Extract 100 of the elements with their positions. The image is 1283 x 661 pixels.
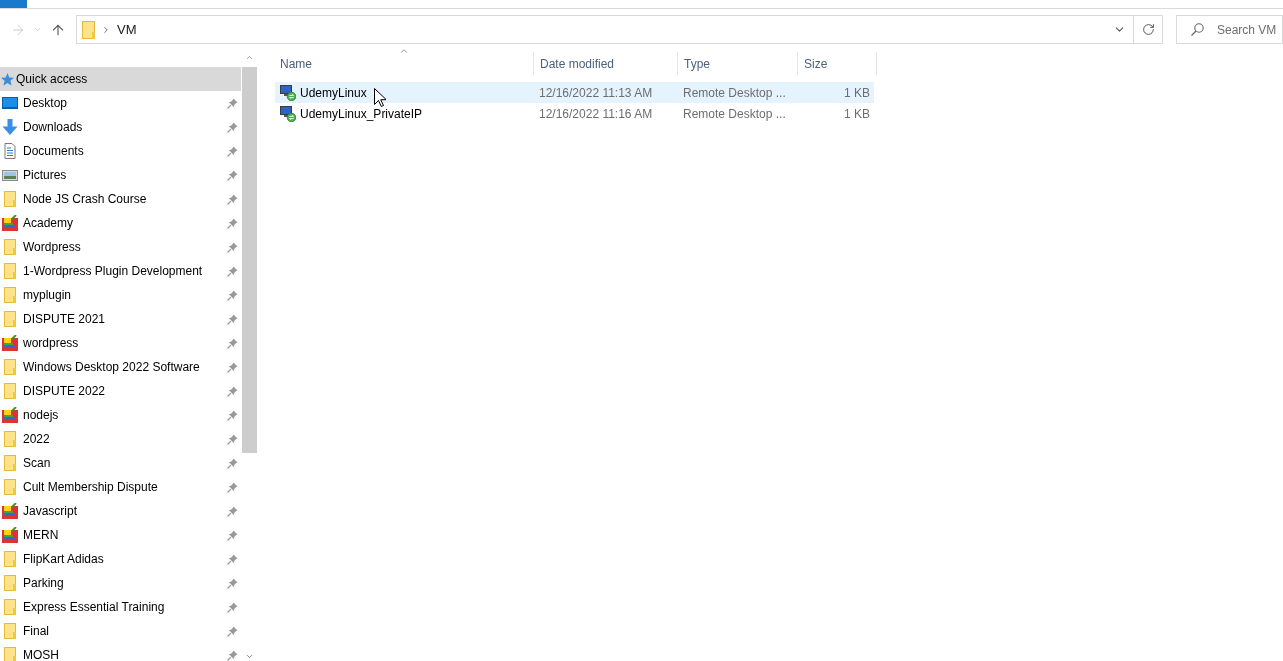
sidebar-item[interactable]: FlipKart Adidas — [0, 547, 241, 571]
pin-icon[interactable] — [227, 313, 238, 325]
pin-icon[interactable] — [227, 121, 238, 133]
pin-icon[interactable] — [227, 529, 238, 541]
folder-icon — [2, 479, 18, 495]
folder-icon — [2, 599, 18, 615]
folder-icon — [2, 551, 18, 567]
folder-icon — [2, 311, 18, 327]
pin-icon[interactable] — [227, 217, 238, 229]
pin-icon[interactable] — [227, 241, 238, 253]
pin-icon[interactable] — [227, 625, 238, 637]
scroll-up-icon[interactable] — [245, 53, 254, 62]
sidebar-item[interactable]: Wordpress — [0, 235, 241, 259]
search-icon — [1191, 23, 1204, 36]
colorful-folder-icon — [2, 527, 18, 543]
folder-icon — [2, 647, 18, 661]
column-header[interactable]: Date modified — [534, 52, 678, 75]
file-name[interactable]: UdemyLinux — [300, 83, 367, 102]
sidebar-item[interactable]: Desktop — [0, 91, 241, 115]
pin-icon[interactable] — [227, 265, 238, 277]
folder-icon — [2, 431, 18, 447]
sidebar-item[interactable]: Node JS Crash Course — [0, 187, 241, 211]
folder-icon — [2, 623, 18, 639]
type-cell: Remote Desktop ... — [683, 106, 786, 121]
sidebar-item[interactable]: Javascript — [0, 499, 241, 523]
mouse-cursor-icon — [374, 88, 386, 107]
pin-icon[interactable] — [227, 409, 238, 421]
scroll-down-icon[interactable] — [245, 652, 254, 661]
file-row[interactable]: UdemyLinux 12/16/2022 11:13 AM Remote Desktop ... 1 KB — [275, 82, 874, 103]
sidebar-item[interactable]: Downloads — [0, 115, 241, 139]
date-modified-cell: 12/16/2022 11:13 AM — [539, 85, 653, 100]
sidebar-item[interactable]: Cult Membership Dispute — [0, 475, 241, 499]
sort-ascending-icon — [398, 46, 409, 56]
chevron-right-icon — [101, 24, 111, 35]
colorful-folder-icon — [2, 407, 18, 423]
pin-icon[interactable] — [227, 385, 238, 397]
sidebar-item[interactable]: wordpress — [0, 331, 241, 355]
folder-icon — [2, 383, 18, 399]
sidebar-item[interactable]: Scan — [0, 451, 241, 475]
scrollbar-thumb[interactable] — [242, 67, 257, 453]
pin-icon[interactable] — [227, 505, 238, 517]
column-header[interactable]: Size — [798, 52, 877, 75]
remote-desktop-file-icon — [280, 105, 296, 122]
pin-icon[interactable] — [227, 145, 238, 157]
pin-icon[interactable] — [227, 577, 238, 589]
sidebar-item[interactable]: Quick access — [0, 67, 241, 91]
folder-icon — [2, 263, 18, 279]
sidebar-item[interactable]: 1-Wordpress Plugin Development — [0, 259, 241, 283]
pin-icon[interactable] — [227, 97, 238, 109]
size-cell-text: 1 KB — [844, 84, 870, 102]
down-arrow-icon — [2, 119, 18, 135]
sidebar-item[interactable]: Documents — [0, 139, 241, 163]
sidebar-item[interactable]: myplugin — [0, 283, 241, 307]
star-icon — [1, 72, 14, 86]
folder-icon — [2, 455, 18, 471]
sidebar-item[interactable]: nodejs — [0, 403, 241, 427]
sidebar-item[interactable]: DISPUTE 2021 — [0, 307, 241, 331]
pin-icon[interactable] — [227, 337, 238, 349]
pin-icon[interactable] — [227, 553, 238, 565]
column-header[interactable]: Type — [678, 52, 798, 75]
pin-icon[interactable] — [227, 361, 238, 373]
colorful-folder-icon — [2, 335, 18, 351]
pin-icon[interactable] — [227, 289, 238, 301]
pin-icon[interactable] — [227, 649, 238, 661]
pin-icon[interactable] — [227, 433, 238, 445]
folder-icon — [82, 20, 95, 39]
sidebar-item[interactable]: Pictures — [0, 163, 241, 187]
pin-icon[interactable] — [227, 169, 238, 181]
colorful-folder-icon — [2, 503, 18, 519]
chevron-down-icon — [32, 25, 42, 34]
type-cell: Remote Desktop ... — [683, 85, 786, 100]
file-row[interactable]: UdemyLinux_PrivateIP 12/16/2022 11:16 AM Remote Desktop ... 1 KB — [275, 103, 874, 124]
address-bar[interactable]: VM — [76, 15, 1163, 44]
sidebar-item[interactable]: MERN — [0, 523, 241, 547]
folder-icon — [2, 359, 18, 375]
folder-icon — [2, 191, 18, 207]
file-name[interactable]: UdemyLinux_PrivateIP — [300, 104, 423, 123]
pin-icon[interactable] — [227, 457, 238, 469]
date-modified-cell: 12/16/2022 11:16 AM — [539, 106, 653, 121]
sidebar-item[interactable]: Final — [0, 619, 241, 643]
size-cell-text: 1 KB — [844, 105, 870, 123]
colorful-folder-icon — [2, 215, 18, 231]
sidebar-item[interactable]: Express Essential Training — [0, 595, 241, 619]
search-field[interactable]: Search VM — [1176, 15, 1283, 44]
pin-icon[interactable] — [227, 193, 238, 205]
sidebar-item[interactable]: Windows Desktop 2022 Software — [0, 355, 241, 379]
pin-icon[interactable] — [227, 601, 238, 613]
sidebar-item[interactable]: DISPUTE 2022 — [0, 379, 241, 403]
path-segment[interactable]: VM — [117, 19, 137, 40]
sidebar-item[interactable]: MOSH — [0, 643, 241, 661]
sidebar-item[interactable]: Academy — [0, 211, 241, 235]
folder-icon — [2, 287, 18, 303]
sidebar-item[interactable]: 2022 — [0, 427, 241, 451]
desktop-icon — [2, 95, 18, 111]
sidebar-item[interactable]: Parking — [0, 571, 241, 595]
column-header[interactable]: Name — [274, 52, 534, 75]
folder-icon — [2, 575, 18, 591]
refresh-icon — [1141, 23, 1155, 36]
pin-icon[interactable] — [227, 481, 238, 493]
folder-icon — [2, 239, 18, 255]
